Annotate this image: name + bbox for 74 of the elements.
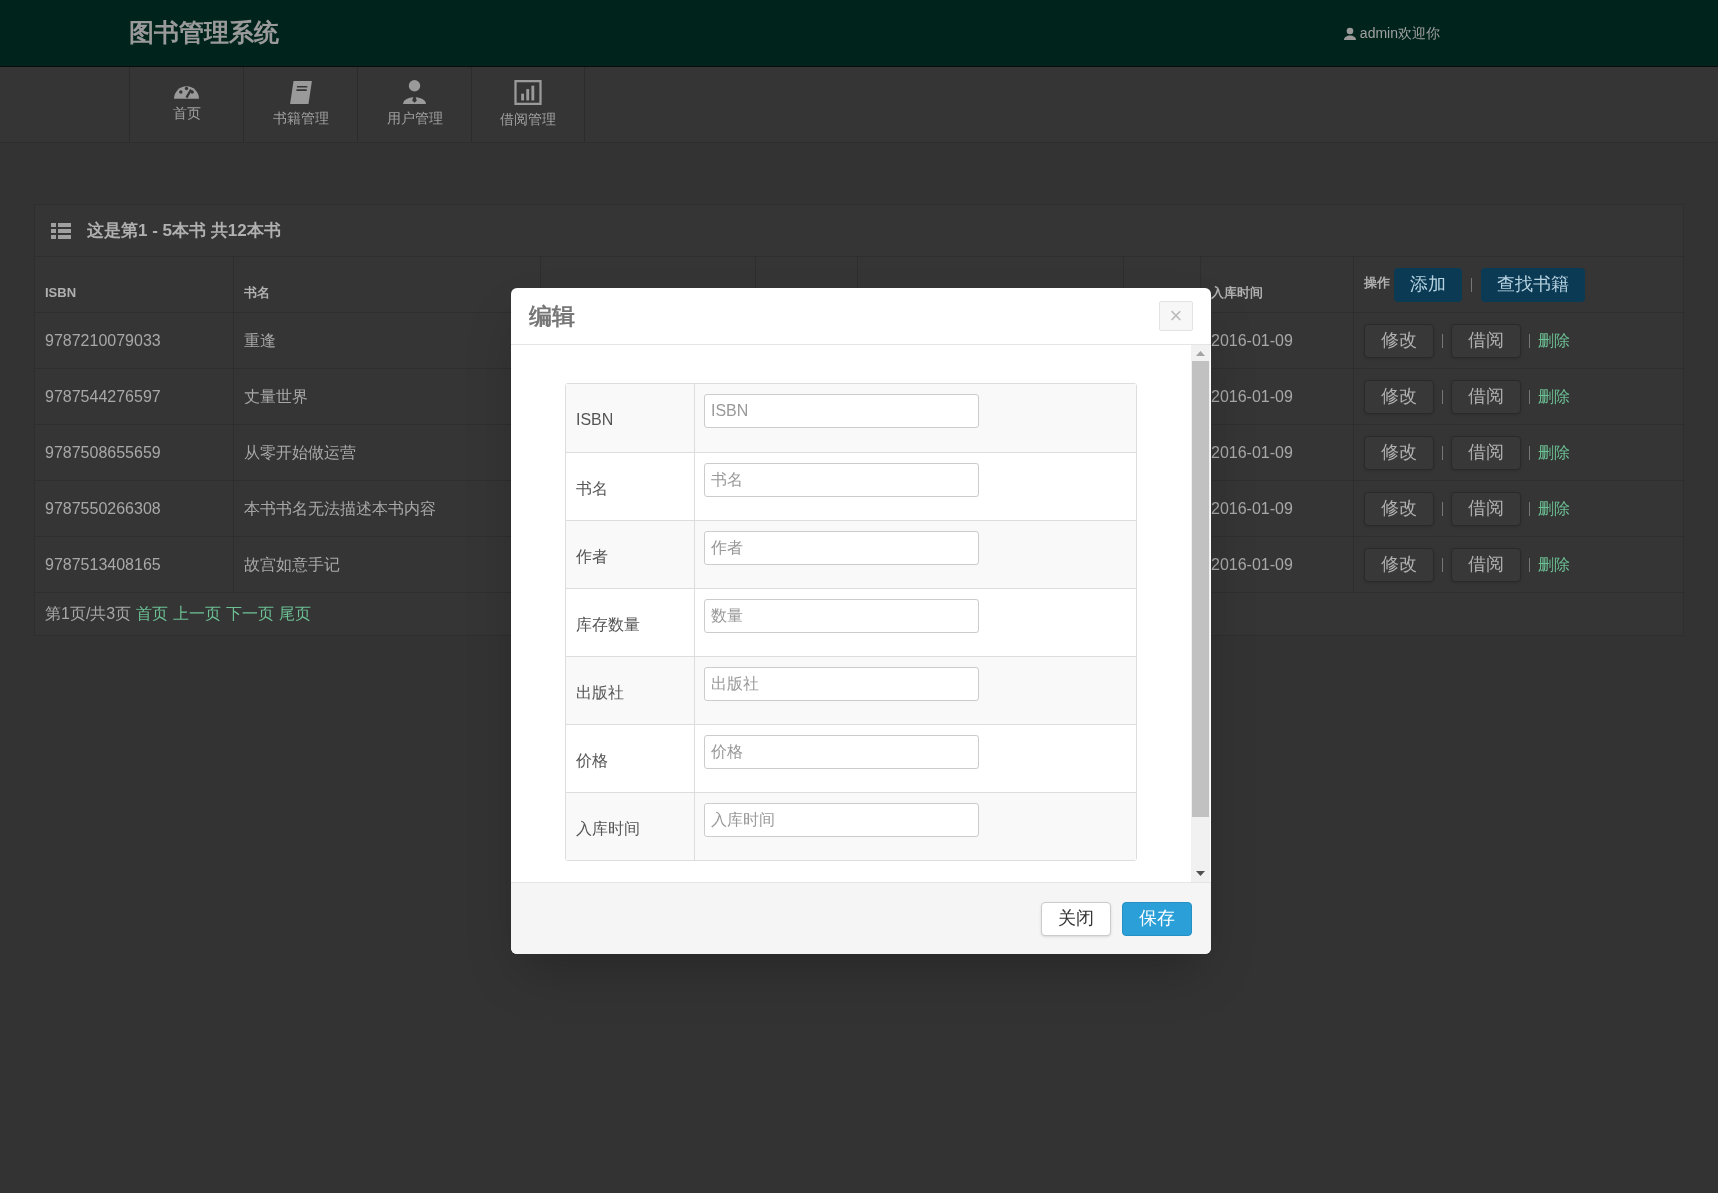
row-action-button[interactable]: 借阅 xyxy=(1451,435,1521,470)
row-action-button[interactable]: 借阅 xyxy=(1451,547,1521,582)
row-action-button[interactable]: 借阅 xyxy=(1451,379,1521,414)
nav-item[interactable]: 首页 xyxy=(129,67,243,142)
text-input[interactable]: ISBN xyxy=(704,394,979,428)
user-icon xyxy=(403,80,426,104)
field-label: 库存数量 xyxy=(576,614,640,635)
text-input[interactable]: 出版社 xyxy=(704,667,979,701)
welcome-text: admin欢迎你 xyxy=(1359,23,1440,43)
nav-item[interactable]: 用户管理 xyxy=(357,67,471,142)
table-cell-text: 2016-01-09 xyxy=(1211,498,1293,519)
nav-item[interactable]: 借阅管理 xyxy=(471,67,585,142)
text-input[interactable]: 数量 xyxy=(704,599,979,633)
nav-item[interactable]: 书籍管理 xyxy=(243,67,357,142)
gauge-icon xyxy=(174,85,199,99)
delete-link[interactable]: 删除 xyxy=(1538,328,1570,353)
row-action-button[interactable]: 修改 xyxy=(1364,491,1434,526)
table-cell-text: 2016-01-09 xyxy=(1211,442,1293,463)
table-cell-text: 9787508655659 xyxy=(45,442,161,463)
table-cell-text: 故宫如意手记 xyxy=(244,554,340,575)
text-input[interactable]: 价格 xyxy=(704,735,979,769)
column-header: 入库时间 xyxy=(1211,283,1263,302)
page-link[interactable]: 首页 xyxy=(136,602,169,626)
table-cell-text: 9787544276597 xyxy=(45,386,161,407)
row-action-button[interactable]: 修改 xyxy=(1364,435,1434,470)
field-label: ISBN xyxy=(576,410,614,430)
list-icon xyxy=(51,222,71,239)
row-action-button[interactable]: 借阅 xyxy=(1451,323,1521,358)
user-icon xyxy=(1343,26,1356,40)
scroll-down-icon xyxy=(1196,871,1205,876)
table-cell-text: 本书书名无法描述本书内容 xyxy=(244,498,436,519)
row-action-button[interactable]: 修改 xyxy=(1364,547,1434,582)
page-info: 第1页/共3页 xyxy=(45,604,132,624)
row-action-button[interactable]: 修改 xyxy=(1364,323,1434,358)
table-cell-text: 9787513408165 xyxy=(45,554,161,575)
field-label: 入库时间 xyxy=(576,818,640,839)
table-cell-text: 重逢 xyxy=(244,330,276,351)
page-link[interactable]: 下一页 xyxy=(226,602,275,626)
field-label: 出版社 xyxy=(576,682,624,703)
table-cell-text: 2016-01-09 xyxy=(1211,386,1293,407)
delete-link[interactable]: 删除 xyxy=(1538,440,1570,465)
book-icon xyxy=(289,80,312,104)
table-cell-text: 丈量世界 xyxy=(244,386,308,407)
bar-chart-icon xyxy=(514,79,542,105)
delete-link[interactable]: 删除 xyxy=(1538,496,1570,521)
text-input[interactable]: 入库时间 xyxy=(704,803,979,837)
column-header: 操作 xyxy=(1364,274,1390,292)
text-input[interactable]: 作者 xyxy=(704,531,979,565)
dialog-title: 编辑 xyxy=(529,301,575,331)
page-link[interactable]: 尾页 xyxy=(279,602,312,626)
table-cell-text: 2016-01-09 xyxy=(1211,554,1293,575)
table-cell-text: 从零开始做运营 xyxy=(244,442,356,463)
text-input[interactable]: 书名 xyxy=(704,463,979,497)
table-cell-text: 2016-01-09 xyxy=(1211,330,1293,351)
table-cell-text: 9787210079033 xyxy=(45,330,161,351)
delete-link[interactable]: 删除 xyxy=(1538,384,1570,409)
panel-heading: 这是第1 - 5本书 共12本书 xyxy=(87,219,281,242)
field-label: 作者 xyxy=(576,546,608,567)
column-header: 书名 xyxy=(244,283,270,302)
row-action-button[interactable]: 修改 xyxy=(1364,379,1434,414)
field-label: 价格 xyxy=(576,750,608,771)
scroll-up-icon xyxy=(1196,351,1205,356)
column-header: ISBN xyxy=(45,283,77,302)
dialog-button[interactable]: 保存 xyxy=(1122,901,1192,936)
table-cell-text: 9787550266308 xyxy=(45,498,161,519)
toolbar-button[interactable]: 添加 xyxy=(1394,267,1462,302)
page-link[interactable]: 上一页 xyxy=(173,602,222,626)
scrollbar[interactable] xyxy=(1191,345,1210,882)
row-action-button[interactable]: 借阅 xyxy=(1451,491,1521,526)
dialog-button[interactable]: 关闭 xyxy=(1041,901,1111,936)
app-title: 图书管理系统 xyxy=(129,17,279,49)
delete-link[interactable]: 删除 xyxy=(1538,552,1570,577)
field-label: 书名 xyxy=(576,478,608,499)
toolbar-button[interactable]: 查找书籍 xyxy=(1481,267,1585,302)
